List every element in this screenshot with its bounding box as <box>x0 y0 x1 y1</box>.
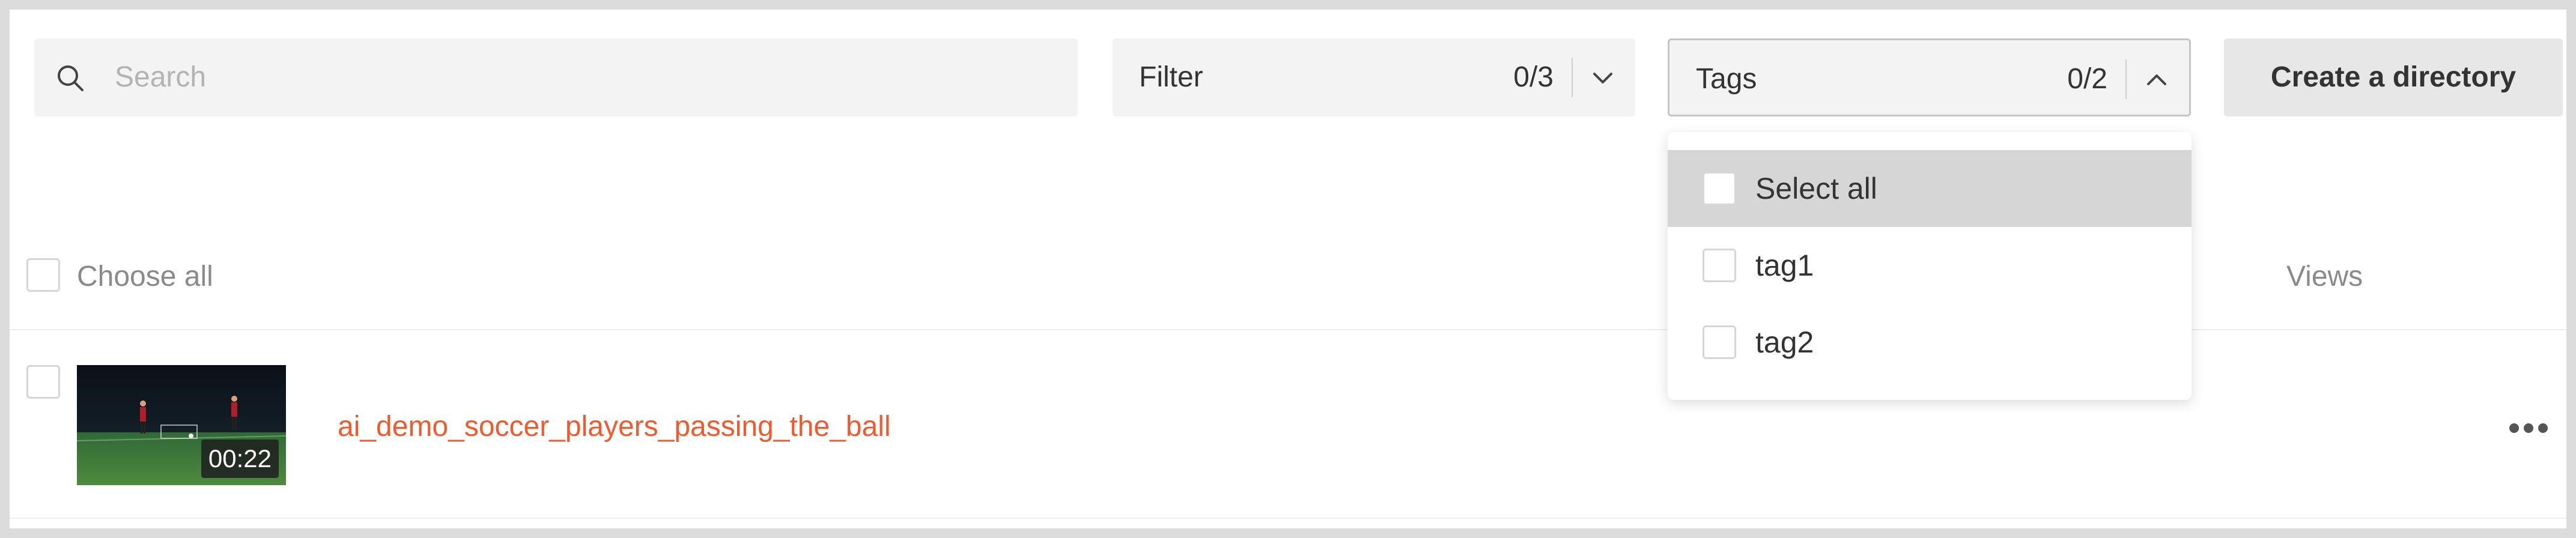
choose-all-label: Choose all <box>77 261 213 292</box>
app-frame: Search Filter 0/3 Tags 0/2 Create a dire… <box>10 10 2566 528</box>
choose-all-checkbox[interactable] <box>26 258 60 292</box>
tags-dropdown-menu: Select all tag1 tag2 <box>1668 132 2192 400</box>
tags-option-tag2[interactable]: tag2 <box>1668 304 2192 381</box>
row-divider <box>10 518 2566 519</box>
option-label: Select all <box>1755 172 1877 205</box>
search-icon <box>58 65 84 91</box>
tags-option-select-all[interactable]: Select all <box>1668 150 2192 227</box>
video-duration: 00:22 <box>201 440 279 478</box>
row-checkbox[interactable] <box>26 365 60 399</box>
video-thumbnail[interactable]: 00:22 <box>77 365 286 485</box>
tag2-checkbox[interactable] <box>1703 325 1736 359</box>
search-input[interactable]: Search <box>34 38 1078 116</box>
select-all-checkbox[interactable] <box>1703 172 1736 205</box>
filter-separator <box>1572 58 1573 97</box>
filter-label: Filter <box>1139 61 1203 93</box>
option-label: tag1 <box>1755 249 1814 282</box>
search-placeholder: Search <box>115 61 207 93</box>
chevron-down-icon[interactable] <box>1587 62 1618 94</box>
filter-select[interactable]: Filter 0/3 <box>1113 38 1635 116</box>
option-label: tag2 <box>1755 325 1814 359</box>
tags-count: 0/2 <box>2067 63 2107 95</box>
tags-option-tag1[interactable]: tag1 <box>1668 227 2192 304</box>
more-options-icon[interactable] <box>2509 422 2548 435</box>
tag1-checkbox[interactable] <box>1703 249 1736 282</box>
tags-label: Tags <box>1696 63 1757 95</box>
tags-separator <box>2125 59 2127 99</box>
chevron-up-icon[interactable] <box>2141 64 2172 95</box>
tags-select[interactable]: Tags 0/2 <box>1668 38 2191 116</box>
views-column-header: Views <box>2286 261 2363 292</box>
create-directory-button[interactable]: Create a directory <box>2224 38 2563 116</box>
video-title-link[interactable]: ai_demo_soccer_players_passing_the_ball <box>338 406 891 448</box>
filter-count: 0/3 <box>1513 61 1554 93</box>
